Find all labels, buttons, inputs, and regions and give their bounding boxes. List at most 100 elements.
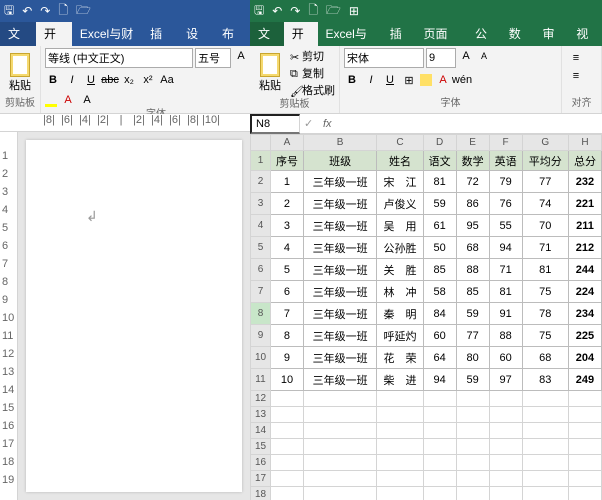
cell[interactable] [423,407,456,423]
cell[interactable] [423,455,456,471]
header-cell[interactable]: 总分 [568,151,601,171]
cell[interactable] [303,439,376,455]
row-header[interactable]: 7 [251,281,271,303]
col-header-A[interactable]: A [271,135,304,151]
cell[interactable]: 224 [568,281,601,303]
cut-button[interactable]: ✂剪切 [290,48,335,64]
header-cell[interactable]: 英语 [489,151,522,171]
cell[interactable]: 宋 江 [377,171,423,193]
cell[interactable]: 卢俊义 [377,193,423,215]
select-all-corner[interactable] [251,135,271,151]
fx-icon[interactable]: fx [317,118,337,130]
cell[interactable]: 74 [522,193,568,215]
cell[interactable]: 61 [423,215,456,237]
change-case-button[interactable]: Aa [159,72,175,88]
menu-公式[interactable]: 公式 [467,22,501,46]
row-header[interactable]: 14 [251,423,271,439]
cell[interactable]: 64 [423,347,456,369]
cell[interactable] [489,471,522,487]
worksheet[interactable]: ABCDEFGH 1序号班级姓名语文数学英语平均分总分21三年级一班宋 江817… [250,134,602,500]
cell[interactable]: 60 [489,347,522,369]
menu-数据[interactable]: 数据 [501,22,535,46]
paste-button[interactable]: 粘贴 [4,48,36,97]
col-header-F[interactable]: F [489,135,522,151]
cell[interactable]: 关 胜 [377,259,423,281]
row-header[interactable]: 11 [251,369,271,391]
cell[interactable] [489,455,522,471]
cell[interactable] [522,455,568,471]
text-effects-icon[interactable]: A [79,92,95,108]
cell[interactable]: 225 [568,325,601,347]
cell[interactable] [489,391,522,407]
row-header[interactable]: 4 [251,215,271,237]
cell[interactable] [423,391,456,407]
col-header-B[interactable]: B [303,135,376,151]
cell[interactable]: 85 [456,281,489,303]
cancel-icon[interactable]: ✓ [300,117,317,130]
row-header[interactable]: 16 [251,455,271,471]
cell[interactable]: 58 [423,281,456,303]
row-header[interactable]: 17 [251,471,271,487]
row-header[interactable]: 13 [251,407,271,423]
cell[interactable] [456,439,489,455]
row-header[interactable]: 8 [251,303,271,325]
cell[interactable]: 5 [271,259,304,281]
bold-button[interactable]: B [45,72,61,88]
cell[interactable] [522,439,568,455]
menu-页面布局[interactable]: 页面布局 [416,22,467,46]
copy-button[interactable]: ⧉复制 [290,65,335,81]
cell[interactable]: 75 [522,325,568,347]
cell[interactable]: 三年级一班 [303,303,376,325]
cell[interactable]: 公孙胜 [377,237,423,259]
cell[interactable]: 3 [271,215,304,237]
cell[interactable] [423,471,456,487]
cell[interactable]: 249 [568,369,601,391]
cell[interactable] [489,487,522,500]
cell[interactable] [456,423,489,439]
menu-Excel与财务[interactable]: Excel与财务 [318,22,382,46]
cell[interactable]: 78 [522,303,568,325]
cell[interactable]: 吴 用 [377,215,423,237]
align-mid-icon[interactable]: ≡ [568,68,584,84]
cell[interactable]: 83 [522,369,568,391]
save-icon[interactable]: 🖫 [4,1,14,22]
cell[interactable]: 94 [423,369,456,391]
header-cell[interactable]: 数学 [456,151,489,171]
row-header[interactable]: 2 [251,171,271,193]
cell[interactable]: 59 [456,369,489,391]
cell[interactable] [489,423,522,439]
cell[interactable]: 三年级一班 [303,369,376,391]
cell[interactable]: 204 [568,347,601,369]
cell[interactable] [271,455,304,471]
cell[interactable]: 9 [271,347,304,369]
menu-开始[interactable]: 开始 [36,22,72,46]
cell[interactable] [456,455,489,471]
cell[interactable] [489,439,522,455]
cell[interactable] [271,487,304,500]
cell[interactable]: 59 [456,303,489,325]
cell[interactable] [377,407,423,423]
cell[interactable]: 55 [489,215,522,237]
touch-icon[interactable]: ⊞ [349,4,359,18]
col-header-G[interactable]: G [522,135,568,151]
row-header[interactable]: 1 [251,151,271,171]
bold-button[interactable]: B [344,72,360,88]
menu-插入[interactable]: 插入 [142,22,178,46]
fill-color-button[interactable] [420,74,432,86]
italic-button[interactable]: I [64,72,80,88]
cell[interactable]: 三年级一班 [303,325,376,347]
cell[interactable]: 68 [522,347,568,369]
cell[interactable] [456,407,489,423]
cell[interactable]: 88 [489,325,522,347]
cell[interactable]: 97 [489,369,522,391]
cell[interactable]: 柴 进 [377,369,423,391]
cell[interactable]: 91 [489,303,522,325]
cell[interactable]: 81 [522,259,568,281]
underline-button[interactable]: U [382,72,398,88]
cell[interactable]: 75 [522,281,568,303]
font-color-button[interactable]: A [435,72,451,88]
cell[interactable]: 86 [456,193,489,215]
menu-审阅[interactable]: 审阅 [535,22,569,46]
cell[interactable] [522,487,568,500]
cell[interactable]: 77 [456,325,489,347]
